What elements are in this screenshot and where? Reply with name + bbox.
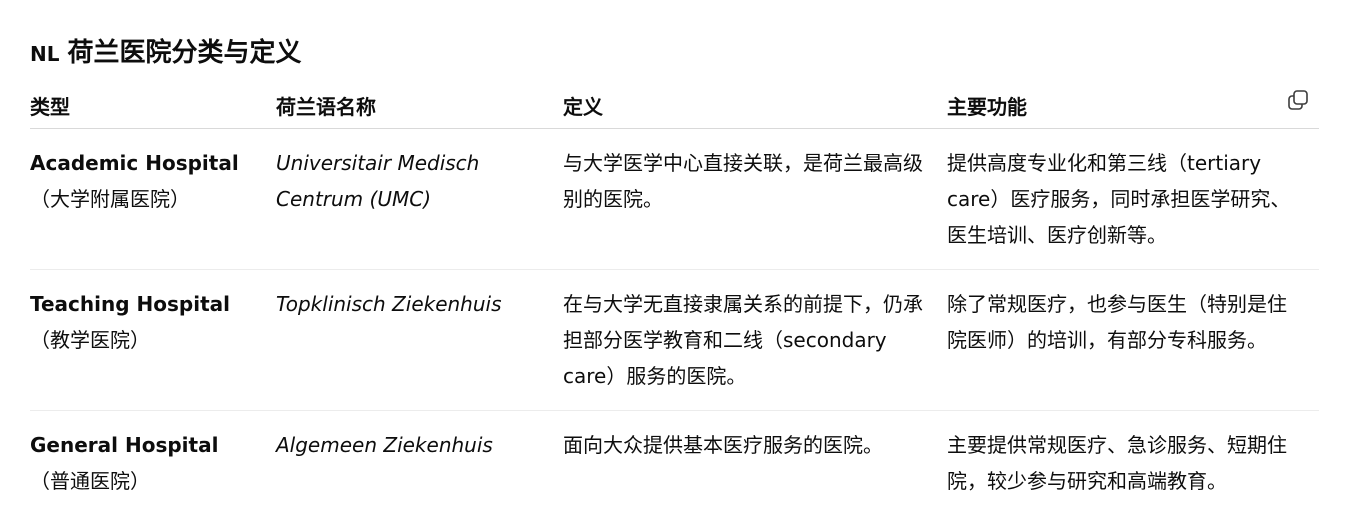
dutch-name-cell: Topklinisch Ziekenhuis [276,269,563,411]
definition-cell: 与大学医学中心直接关联，是荷兰最高级别的医院。 [563,128,947,270]
type-chinese: （普通医院） [30,469,150,493]
definition-cell: 面向大众提供基本医疗服务的医院。 [563,433,883,457]
table-header-row: 类型 荷兰语名称 定义 主要功能 [30,86,1319,129]
function-cell: 提供高度专业化和第三线（tertiary care）医疗服务，同时承担医学研究、… [947,128,1319,270]
type-english: General Hospital [30,433,219,457]
column-header-type: 类型 [30,86,276,129]
netherlands-flag: NL [30,42,60,66]
dutch-name-cell: Universitair Medisch Centrum (UMC) [276,128,563,270]
column-header-definition: 定义 [563,86,947,129]
hospital-table: 类型 荷兰语名称 定义 主要功能 Academic Hospital （大学附属… [30,86,1319,515]
type-chinese: （教学医院） [30,328,150,352]
definition-cell: 在与大学无直接隶属关系的前提下，仍承担部分医学教育和二线（secondary c… [563,269,947,411]
type-cell: General Hospital （普通医院） [30,411,276,516]
dutch-name: Topklinisch Ziekenhuis [276,292,502,316]
type-cell: Academic Hospital （大学附属医院） [30,128,276,270]
table-row: Academic Hospital （大学附属医院） Universitair … [30,128,1319,270]
column-header-dutch-name: 荷兰语名称 [276,86,563,129]
type-chinese: （大学附属医院） [30,187,190,211]
table-row: General Hospital （普通医院） Algemeen Ziekenh… [30,411,1319,516]
type-english: Teaching Hospital [30,292,230,316]
dutch-name: Algemeen Ziekenhuis [276,433,493,457]
column-header-main-function: 主要功能 [947,86,1319,129]
type-cell: Teaching Hospital （教学医院） [30,269,276,411]
page-title: NL 荷兰医院分类与定义 [30,36,302,71]
dutch-name-cell: Algemeen Ziekenhuis [276,411,563,516]
title-text: 荷兰医院分类与定义 [67,38,302,68]
type-english: Academic Hospital [30,151,239,175]
dutch-name: Universitair Medisch Centrum (UMC) [276,151,480,211]
table-row: Teaching Hospital （教学医院） Topklinisch Zie… [30,269,1319,411]
function-cell: 主要提供常规医疗、急诊服务、短期住院，较少参与研究和高端教育。 [947,433,1287,493]
function-cell: 除了常规医疗，也参与医生（特别是住院医师）的培训，有部分专科服务。 [947,269,1319,411]
